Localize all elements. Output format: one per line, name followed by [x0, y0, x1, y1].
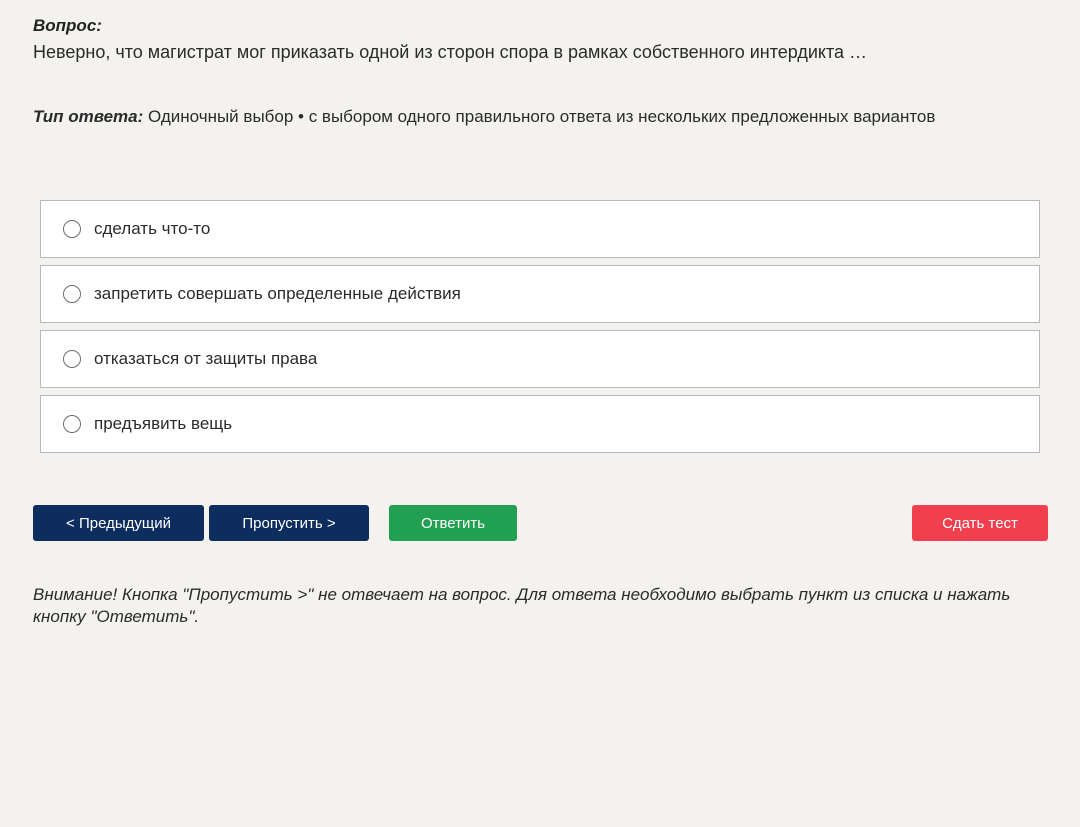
answer-type: Тип ответа: Одиночный выбор • с выбором … [33, 107, 935, 127]
option-item[interactable]: предъявить вещь [40, 395, 1040, 453]
finish-test-button[interactable]: Сдать тест [912, 505, 1048, 541]
skip-notice: Внимание! Кнопка "Пропустить >" не отвеч… [33, 585, 1011, 626]
option-item[interactable]: запретить совершать определенные действи… [40, 265, 1040, 323]
radio-button[interactable] [63, 285, 81, 303]
question-text: Неверно, что магистрат мог приказать одн… [33, 42, 868, 62]
option-label: запретить совершать определенные действи… [94, 284, 461, 303]
option-item[interactable]: сделать что-то [40, 200, 1040, 258]
option-item[interactable]: отказаться от защиты права [40, 330, 1040, 388]
skip-button[interactable]: Пропустить > [209, 505, 369, 541]
answer-button[interactable]: Ответить [389, 505, 517, 541]
options-list: сделать что-то запретить совершать опред… [40, 200, 1040, 460]
test-page: Вопрос: Неверно, что магистрат мог прика… [0, 0, 1080, 827]
question-label: Вопрос: [33, 16, 102, 35]
answer-type-label: Тип ответа: [33, 107, 144, 126]
radio-button[interactable] [63, 350, 81, 368]
previous-button[interactable]: < Предыдущий [33, 505, 204, 541]
radio-button[interactable] [63, 415, 81, 433]
option-label: предъявить вещь [94, 414, 233, 433]
option-label: отказаться от защиты права [94, 349, 318, 368]
radio-button[interactable] [63, 220, 81, 238]
answer-type-value: Одиночный выбор • с выбором одного прави… [143, 107, 936, 126]
option-label: сделать что-то [94, 219, 211, 238]
